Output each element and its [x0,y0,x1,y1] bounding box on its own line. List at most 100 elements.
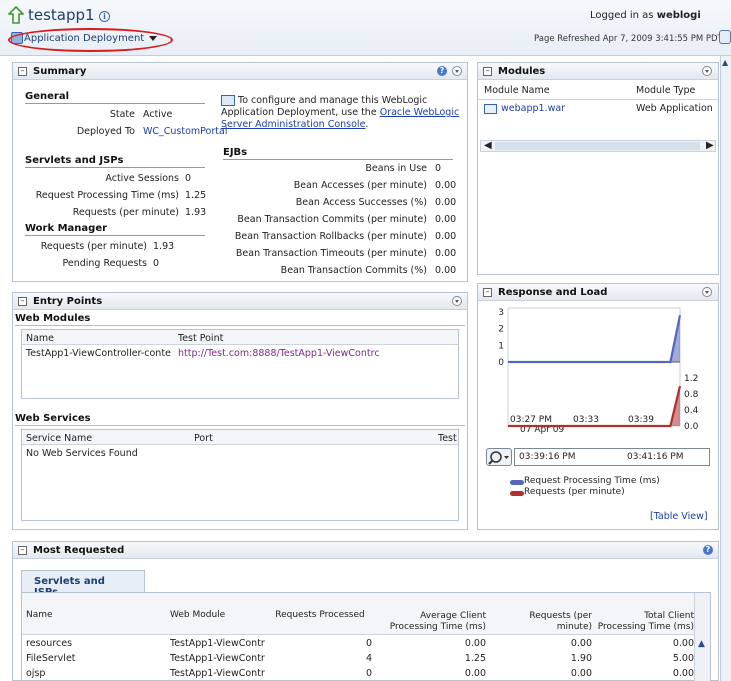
table-row[interactable]: FileServlet TestApp1-ViewContr 4 1.25 1.90 5.… [22,653,694,668]
table-cell: TestApp1-ViewContr [170,653,265,664]
web-modules-table: Name Test Point TestApp1-ViewController-… [21,329,459,399]
table-cell: TestApp1-ViewContr [170,638,265,649]
legend-swatch [510,491,524,496]
scroll-left-icon[interactable]: ◀ [484,140,492,151]
y2-tick-label: 1.2 [684,374,698,384]
column-header[interactable]: Total Client Processing Time (ms) [596,597,694,633]
state-value: Active [143,109,173,120]
table-cell: 5.00 [672,653,694,664]
most-requested-panel: –Most Requested? Servlets and JSPs NameW… [12,541,719,681]
web-modules-heading: Web Modules [15,313,465,326]
panel-menu-icon[interactable] [452,66,462,76]
y2-tick-label: 0.4 [684,406,699,416]
column-header[interactable]: Test Point [178,333,223,344]
refresh-icon[interactable] [719,30,731,44]
up-arrow-icon[interactable] [8,6,24,24]
ejb-metric-label: Bean Transaction Commits (per minute) [237,214,427,225]
general-heading: General [25,91,205,104]
help-icon[interactable]: ? [703,545,713,555]
column-header[interactable]: Name [26,333,54,344]
ejb-metric-value: 0.00 [435,265,457,276]
ejb-metric-label: Bean Access Successes (%) [295,197,427,208]
y-tick-label: 1 [498,341,504,351]
column-header[interactable]: Requests (per minute) [492,597,592,633]
table-row[interactable]: ojsp TestApp1-ViewContr 0 0.00 0.00 0.00 [22,668,694,681]
ejb-metric-value: 0.00 [435,231,457,242]
column-header[interactable]: Web Module [170,597,266,633]
table-cell: resources [26,638,73,649]
entry-points-panel: – Entry Points Web Modules Name Test Poin… [12,292,468,530]
column-header[interactable]: Module Name [484,85,550,96]
column-header[interactable]: Service Name [26,433,92,444]
panel-menu-icon[interactable] [452,296,462,306]
table-row[interactable]: resources TestApp1-ViewContr 0 0.00 0.00 0.00 [22,638,694,653]
panel-menu-icon[interactable] [702,287,712,297]
ejb-metric-value: 0 [435,163,442,174]
collapse-icon[interactable]: – [18,297,27,306]
web-services-table: Service Name Port Test No Web Services F… [21,429,459,521]
ejb-metric-label: Bean Transaction Rollbacks (per minute) [234,231,427,242]
ejb-metric-label: Beans in Use [365,163,427,174]
scroll-right-icon[interactable]: ▶ [706,140,714,151]
response-load-chart: 32101.20.80.40.003:27 PM 03:33 03:3907 Apr… [498,307,699,435]
test-point-link[interactable]: http://Test.com:8888/TestApp1-ViewContrc [178,348,456,359]
column-header[interactable]: Port [194,433,213,444]
summary-panel: – Summary? General State Active Deployed … [12,62,468,282]
ejb-metric-label: Bean Transaction Commits (%) [280,265,427,276]
ejb-metric-label: Bean Accesses (per minute) [293,180,427,191]
login-status: Logged in as weblogi [590,10,701,21]
time-from: 03:39:16 PM [519,452,576,462]
x-tick-label: 03:39 [628,415,654,425]
collapse-icon[interactable]: – [483,67,492,76]
x-tick-label: 03:27 PM [510,415,552,425]
ejbs-heading: EJBs [223,147,453,160]
panel-title: Entry Points [33,296,103,307]
vertical-scrollbar[interactable]: ▲ [694,593,710,681]
module-link[interactable]: webapp1.war [501,103,565,114]
ejb-metric-value: 0.00 [435,248,457,259]
file-icon [484,104,497,114]
help-icon[interactable]: ? [437,66,447,76]
info-text: To configure and manage this WebLogic Ap… [221,95,460,130]
table-cell: 1.25 [464,653,486,664]
table-cell: 0.00 [570,638,592,649]
deployed-to-link[interactable]: WC_CustomPortal [143,126,227,137]
info-icon[interactable]: i [99,11,110,22]
table-cell: 1.90 [570,653,592,664]
collapse-icon[interactable]: – [18,67,27,76]
modules-panel: – Modules Module Name Module Type webapp1… [477,62,719,275]
panel-menu-icon[interactable] [702,66,712,76]
ejb-metric-value: 0.00 [435,214,457,225]
tab-servlets-jsps[interactable]: Servlets and JSPs [21,570,145,598]
collapse-icon[interactable]: – [483,288,492,297]
table-cell: 0.00 [672,668,694,679]
horizontal-scrollbar[interactable]: ◀ ▶ [480,140,716,152]
ejb-metric-label: Bean Transaction Timeouts (per minute) [235,248,427,259]
column-header[interactable]: Name [26,597,166,633]
table-cell: 0.00 [672,638,694,649]
legend-label: Requests (per minute) [524,487,625,497]
table-cell: ojsp [26,668,46,679]
scroll-up-icon[interactable]: ▲ [722,58,728,67]
time-range-field[interactable]: 03:39:16 PM 03:41:16 PM [514,448,710,466]
column-header[interactable]: Average Client Processing Time (ms) [374,597,486,633]
scroll-up-icon[interactable]: ▲ [698,639,705,649]
y2-tick-label: 0.0 [684,422,699,432]
table-cell: TestApp1-ViewController-conte [26,348,171,359]
page-refreshed: Page Refreshed Apr 7, 2009 3:41:55 PM PD… [534,34,723,44]
column-header[interactable]: Requests Processed [268,597,372,633]
column-header[interactable]: Test [438,433,457,444]
ejb-metric-value: 0.00 [435,180,457,191]
column-header[interactable]: Module Type [636,85,695,96]
table-cell: 4 [365,653,372,664]
zoom-button[interactable] [486,448,512,466]
table-cell: 0 [365,638,372,649]
panel-title: Modules [498,66,546,77]
collapse-icon[interactable]: – [18,546,27,555]
web-services-heading: Web Services [15,413,465,426]
plot-area [507,307,681,427]
table-cell: FileServlet [26,653,76,664]
table-cell: 0 [365,668,372,679]
table-view-link[interactable]: [Table View] [650,511,708,522]
page-scrollbar[interactable]: ▲ [720,56,731,681]
